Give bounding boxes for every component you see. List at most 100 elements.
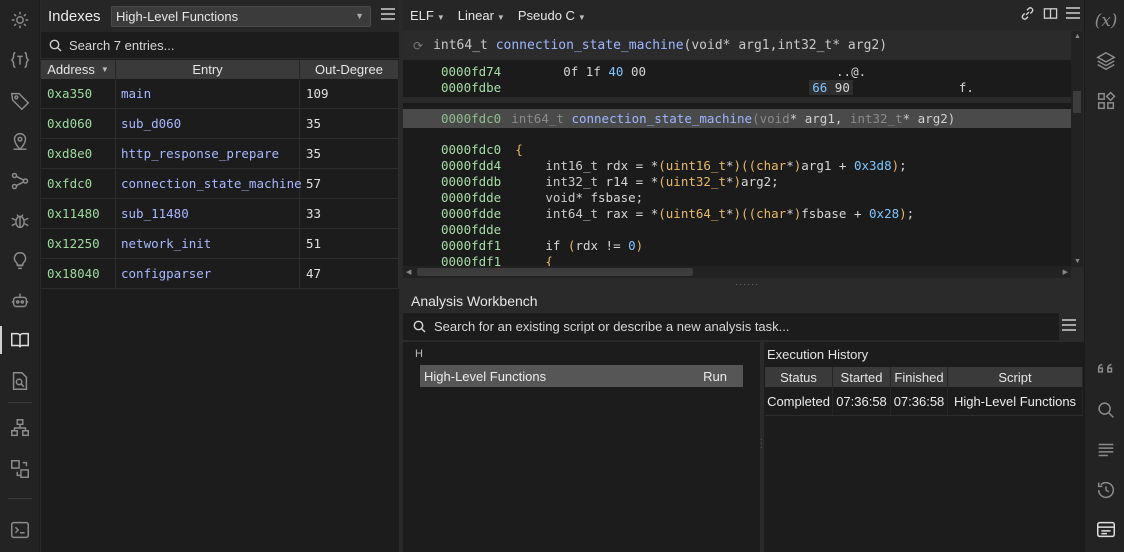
graph-icon[interactable] [6,167,34,195]
code-panel[interactable]: ⟳ int64_t connection_state_machine(void *… [403,31,1071,267]
diff-icon[interactable] [6,455,34,483]
code-line[interactable]: 0000fdde void* fsbase; [403,189,1071,205]
column-header-out-degree[interactable]: Out-Degree [300,60,399,79]
right-activity-bar: (x) [1084,0,1124,552]
code-line[interactable]: 0000fdd4 int16_t rdx = *(uint16_t*)((cha… [403,157,1071,173]
column-header-started[interactable]: Started [833,367,891,387]
table-row[interactable]: 0x18040 configparser 47 [41,259,399,289]
hex-bytes: 0f 1f 40 00 [563,63,647,79]
column-header-status[interactable]: Status [765,367,833,387]
quote-icon[interactable] [1093,357,1119,383]
table-row[interactable]: 0x12250 network_init 51 [41,229,399,259]
code-line[interactable]: 0000fddb int32_t r14 = *(uint32_t*)arg2; [403,173,1071,189]
terminal-icon[interactable] [6,516,34,544]
code-line[interactable]: 0000fdde [403,221,1071,237]
index-selector[interactable]: High-Level Functions ▼ [111,6,371,27]
execution-history-panel: Execution History Status Started Finishe… [764,342,1084,552]
settings-icon[interactable] [6,6,34,34]
types-icon[interactable] [6,46,34,74]
row-entry[interactable]: network_init [116,229,300,258]
history-icon[interactable] [1093,477,1119,503]
signature-return-type: int64_t [433,38,488,53]
row-entry[interactable]: sub_11480 [116,199,300,228]
active-indicator [0,326,2,354]
history-started: 07:36:58 [833,387,891,415]
book-icon[interactable] [6,326,34,354]
index-search-placeholder: Search 7 entries... [69,38,175,53]
table-row[interactable]: 0xa350 main 109 [41,79,399,109]
scrollbar-thumb[interactable] [1073,91,1081,113]
row-entry[interactable]: main [116,79,300,108]
column-header-entry[interactable]: Entry [116,60,300,79]
script-item[interactable]: High-Level Functions Run [420,365,743,387]
table-row[interactable]: 0xfdc0 connection_state_machine 57 [41,169,399,199]
code-line[interactable]: 0000fdf1 { [403,253,1071,268]
script-group-label: H [415,348,423,360]
search-icon[interactable] [1093,397,1119,423]
language-dropdown[interactable]: Pseudo C ▼ [518,8,586,23]
view-mode-dropdown[interactable]: Linear ▼ [458,8,505,23]
signature-function-name[interactable]: connection_state_machine [496,38,684,53]
tag-icon[interactable] [6,87,34,115]
hex-line[interactable]: 0000fdbe 66 90 f. [403,79,1071,95]
hamburger-menu-icon[interactable] [1066,6,1080,20]
scrollbar-thumb[interactable] [417,268,693,276]
code-line[interactable]: 0000fdc0 { [403,141,1071,157]
row-out-degree: 109 [300,79,399,108]
row-address: 0xfdc0 [41,169,116,198]
hierarchy-icon[interactable] [6,414,34,442]
table-row[interactable]: 0xd8e0 http_response_prepare 35 [41,139,399,169]
workbench-search-placeholder: Search for an existing script or describ… [434,319,790,334]
row-address: 0xa350 [41,79,116,108]
history-script: High-Level Functions [948,387,1083,415]
bug-icon[interactable] [6,207,34,235]
search-document-icon[interactable] [6,367,34,395]
row-entry[interactable]: http_response_prepare [116,139,300,168]
index-search-input[interactable]: Search 7 entries... [41,33,399,59]
vertical-scrollbar[interactable]: ▲ ▼ [1071,31,1083,267]
execution-history-table: Status Started Finished Script Completed… [765,367,1083,416]
horizontal-scrollbar[interactable]: ◀ ▶ [403,266,1071,278]
workbench-search-input[interactable]: Search for an existing script or describ… [403,313,1059,340]
run-button[interactable]: Run [703,369,727,384]
hamburger-menu-icon[interactable] [381,8,395,23]
layers-icon[interactable] [1093,48,1119,74]
table-row[interactable]: Completed 07:36:58 07:36:58 High-Level F… [765,387,1083,416]
column-header-finished[interactable]: Finished [891,367,948,387]
signature-param2-type: int32_t [777,38,833,53]
code-line[interactable]: 0000fdf1 if (rdx != 0) [403,237,1071,253]
location-pin-icon[interactable] [6,127,34,155]
view-type-dropdown[interactable]: ELF ▼ [410,8,445,23]
row-address: 0x11480 [41,199,116,228]
indexes-panel: Indexes High-Level Functions ▼ Search 7 … [41,0,399,552]
text-lines-icon[interactable] [1093,437,1119,463]
widgets-icon[interactable] [1093,88,1119,114]
hex-line[interactable]: 0000fd74 0f 1f 40 00 ..@. [403,63,1071,79]
pseudo-c-code: 0000fdc0 {0000fdd4 int16_t rdx = *(uint16… [403,141,1071,268]
left-activity-bar [0,0,40,552]
line-code: { [515,141,523,157]
separator [8,498,32,499]
line-address: 0000fdc0 [441,141,502,157]
code-line[interactable]: 0000fdde int64_t rax = *(uint64_t*)((cha… [403,205,1071,221]
workbench-icon[interactable] [1093,516,1119,542]
table-row[interactable]: 0x11480 sub_11480 33 [41,199,399,229]
row-entry[interactable]: configparser [116,259,300,288]
line-address: 0000fdd4 [441,157,502,173]
robot-icon[interactable] [6,287,34,315]
row-entry[interactable]: connection_state_machine [116,169,302,198]
hex-ascii: f. [958,79,974,95]
hamburger-menu-icon[interactable] [1062,319,1076,334]
link-icon[interactable] [1020,6,1035,21]
split-view-icon[interactable] [1043,6,1058,21]
highlighted-function-line[interactable]: 0000fdc0 int64_t connection_state_machin… [403,109,1071,128]
table-body: 0xa350 main 109 0xd060 sub_d060 35 0xd8e0 http_… [41,79,399,289]
column-header-script[interactable]: Script [948,367,1083,387]
lightbulb-icon[interactable] [6,247,34,275]
line-address: 0000fdde [441,189,502,205]
column-header-address[interactable]: Address ▼ [41,60,116,79]
variables-icon[interactable]: (x) [1093,8,1119,34]
refresh-icon[interactable]: ⟳ [413,39,423,53]
row-entry[interactable]: sub_d060 [116,109,300,138]
table-row[interactable]: 0xd060 sub_d060 35 [41,109,399,139]
